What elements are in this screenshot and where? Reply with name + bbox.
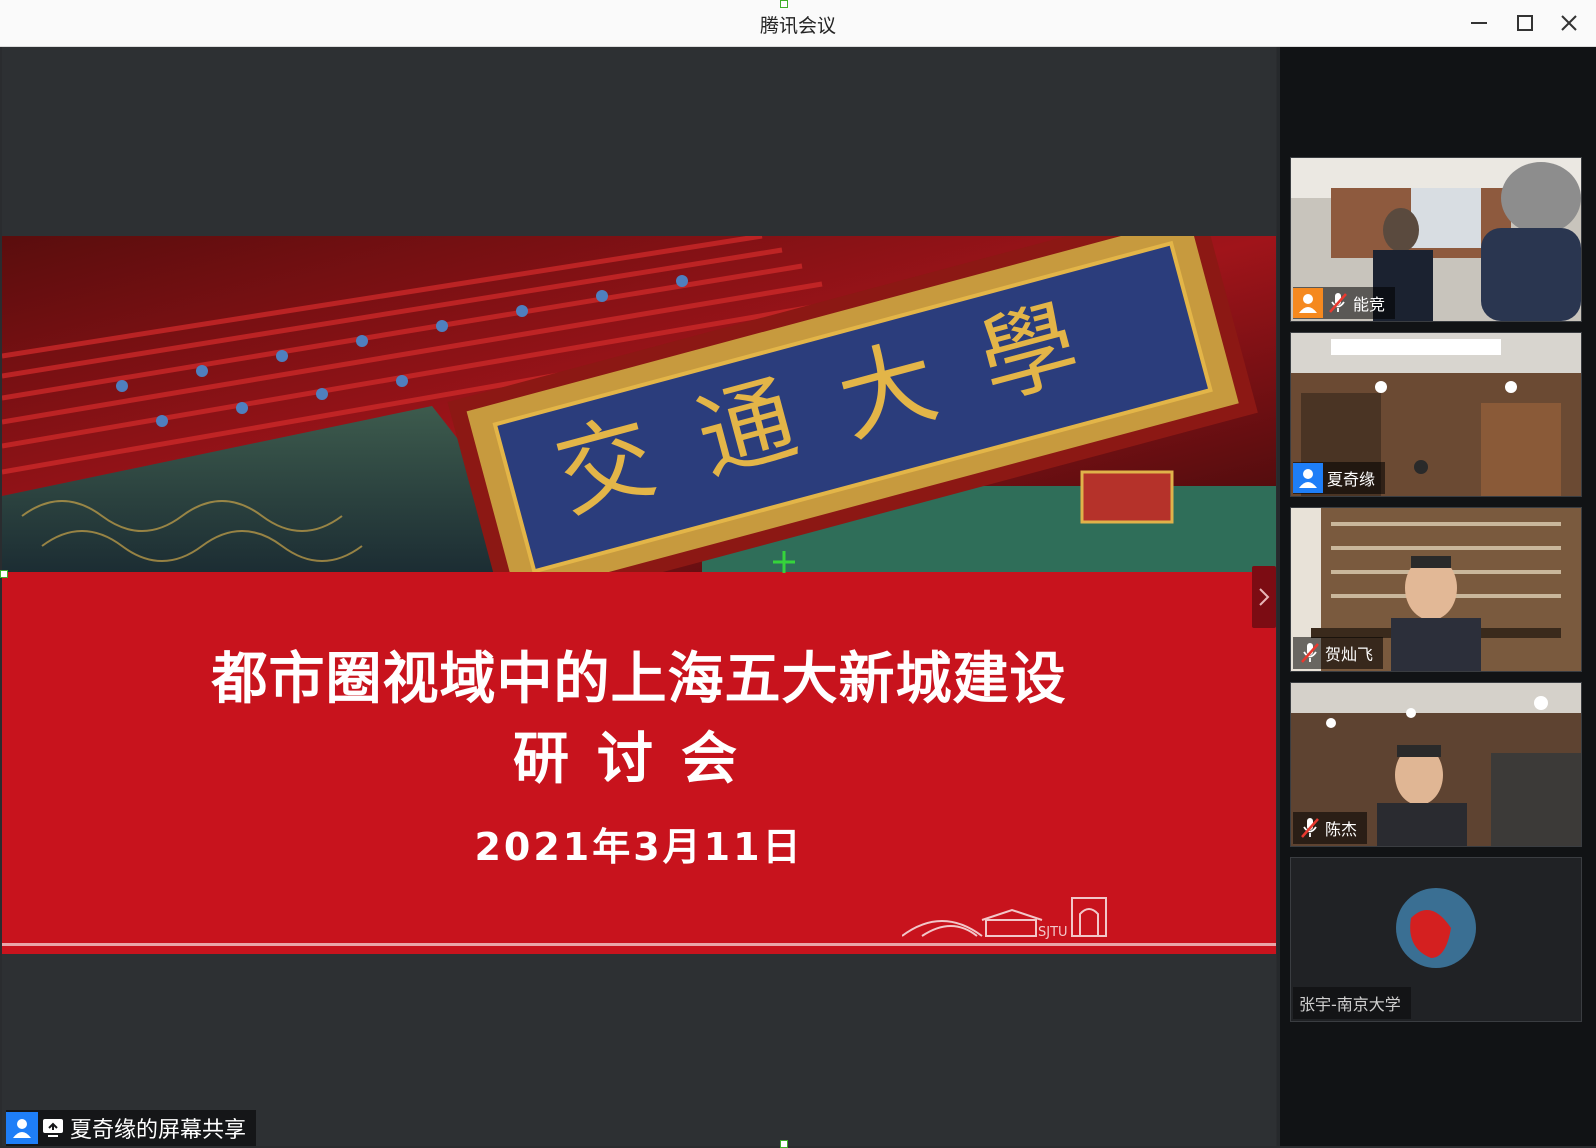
participant-name: 贺灿飞 [1325, 645, 1374, 664]
participant-name: 张宇-南京大学 [1299, 995, 1401, 1014]
resize-handle[interactable] [780, 0, 788, 8]
slide-bottom-rule [2, 943, 1276, 946]
slide-title: 都市圈视域中的上海五大新城建设 [211, 647, 1067, 712]
mic-muted-icon [1299, 815, 1321, 841]
title-bar: 腾讯会议 [0, 0, 1596, 47]
participant-name: 能竞 [1353, 295, 1386, 314]
mic-muted-icon [1299, 640, 1321, 666]
person-icon [13, 1119, 31, 1138]
participant-name: 夏奇缘 [1327, 470, 1376, 489]
slide-subtitle: 研讨会 [513, 727, 765, 792]
screen-share-label: 夏奇缘的屏幕共享 [6, 1110, 257, 1146]
participant-name-tag: 陈杰 [1293, 812, 1368, 844]
participant-name-tag: 贺灿飞 [1293, 637, 1384, 669]
screen-share-text: 夏奇缘的屏幕共享 [70, 1118, 247, 1143]
participant-name-tag: 能竞 [1293, 287, 1396, 319]
participant-name-tag: 夏奇缘 [1293, 462, 1386, 494]
minimize-icon [1471, 22, 1487, 24]
mic-muted-icon [1327, 290, 1349, 316]
resize-handle[interactable] [0, 570, 8, 578]
screen-share-icon [43, 1119, 63, 1137]
avatar [6, 1112, 38, 1144]
participant-video-tile[interactable]: 陈杰 [1290, 682, 1582, 847]
person-icon [1299, 294, 1317, 313]
avatar [1293, 463, 1323, 493]
close-icon [1561, 15, 1577, 31]
logo-text: SJTU [1038, 925, 1068, 940]
minimize-button[interactable] [1464, 8, 1494, 38]
close-button[interactable] [1554, 8, 1584, 38]
sjtu-skyline-logo: SJTU [902, 897, 1107, 940]
avatar [1293, 288, 1323, 318]
window-title: 腾讯会议 [759, 15, 836, 37]
pointer-cursor-icon [773, 551, 795, 573]
maximize-button[interactable] [1510, 8, 1540, 38]
presentation-slide: 交通大學 都市圈视域中的上海五大新城建设 研讨会 2021年3月11日 SJTU [2, 236, 1276, 954]
participant-video-tile[interactable]: 张宇-南京大学 [1290, 857, 1582, 1022]
participant-video-tile[interactable]: 贺灿飞 [1290, 507, 1582, 672]
participant-avatar-image [1396, 888, 1476, 968]
university-gate-photo: 交通大學 [2, 236, 1276, 572]
maximize-icon [1517, 15, 1533, 31]
next-page-button[interactable] [1252, 566, 1276, 628]
resize-handle[interactable] [780, 1140, 788, 1148]
chevron-right-icon [1259, 588, 1270, 606]
participant-name: 陈杰 [1325, 820, 1358, 839]
participant-video-tile[interactable]: 能竞 [1290, 157, 1582, 322]
participant-name-tag: 张宇-南京大学 [1293, 987, 1411, 1019]
slide-date: 2021年3月11日 [474, 825, 804, 869]
person-icon [1299, 469, 1317, 488]
participant-video-tile[interactable]: 夏奇缘 [1290, 332, 1582, 497]
